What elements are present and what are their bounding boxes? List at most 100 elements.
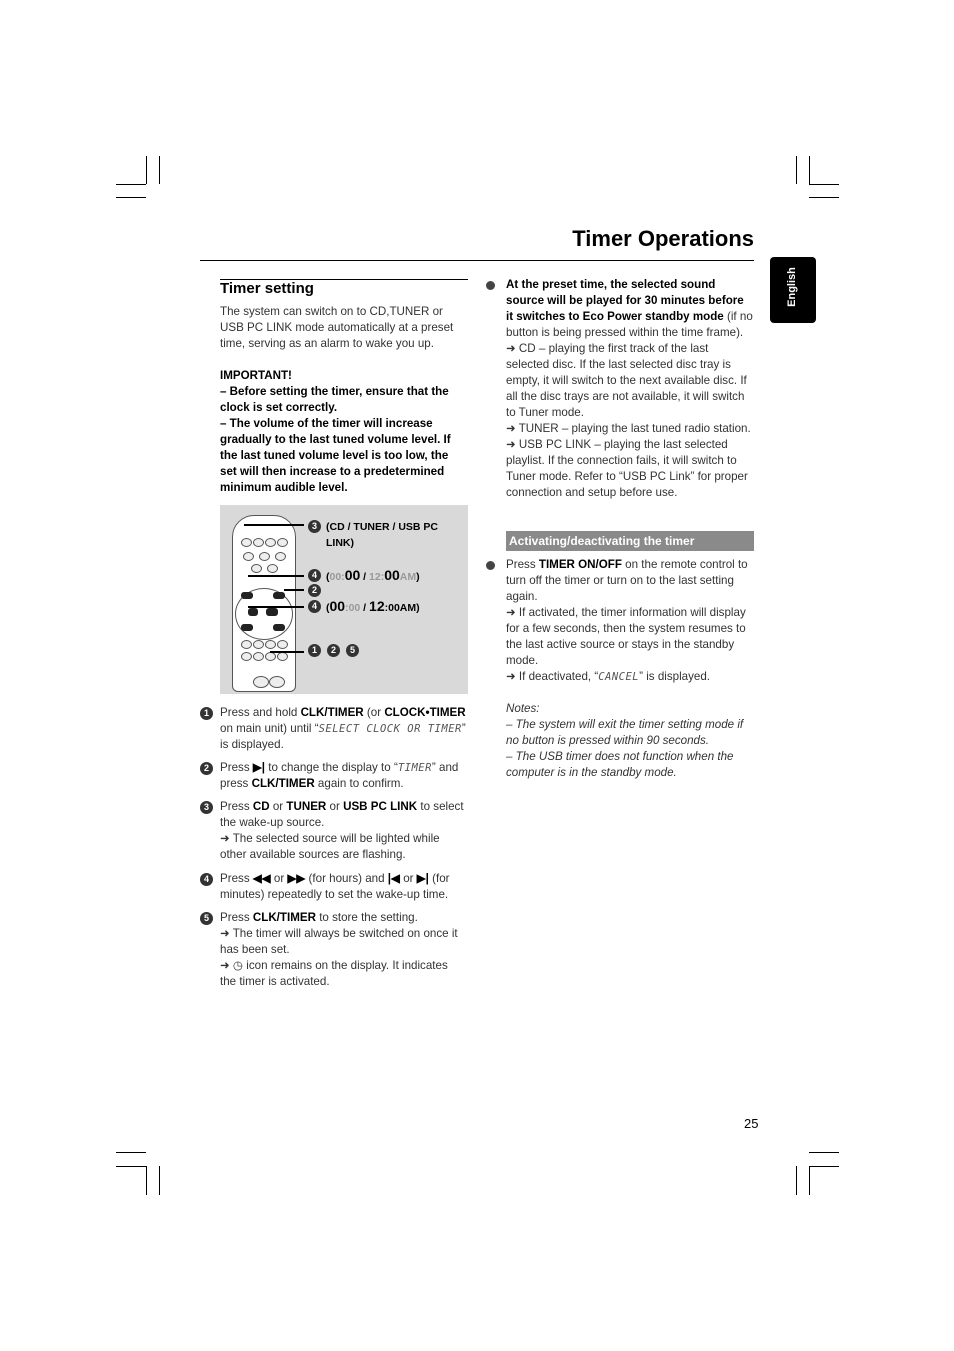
- text-run: 00: [344, 567, 361, 583]
- step-number: 4: [200, 873, 213, 886]
- language-tab: English: [770, 257, 816, 323]
- text-run: – Before setting the timer, ensure that …: [220, 385, 449, 414]
- preset-time-bullet: At the preset time, the selected sound s…: [486, 277, 754, 501]
- text-run: on main unit) until “: [220, 722, 319, 735]
- text-run: Press: [220, 800, 253, 813]
- text-run: Press and hold: [220, 706, 301, 719]
- text-run: TIMER ON/OFF: [538, 558, 622, 571]
- text-run: or: [269, 800, 287, 813]
- text-run: ➜ USB PC LINK – playing the last selecte…: [506, 438, 748, 499]
- text-run: /: [360, 602, 370, 614]
- text-run: ➜ The timer will always be switched on o…: [220, 927, 458, 956]
- step-number: 5: [200, 912, 213, 925]
- intro-text: The system can switch on to CD,TUNER or …: [220, 304, 460, 352]
- note-2: – The USB timer does not function when t…: [506, 749, 756, 781]
- callout-marker-3: 3: [308, 520, 321, 533]
- text-run: or: [270, 872, 288, 885]
- text-run: 12: [369, 598, 385, 614]
- bullet-text: Press TIMER ON/OFF on the remote control…: [506, 558, 748, 683]
- step-number: 1: [200, 707, 213, 720]
- text-run: – The volume of the timer will increase …: [220, 417, 451, 494]
- step-number: 3: [200, 801, 213, 814]
- text-run: to change the display to “: [265, 761, 398, 774]
- callout-hours: (00:00 / 12:00AM): [326, 598, 420, 616]
- text-run: or: [326, 800, 344, 813]
- important-note-2: – The volume of the timer will increase …: [220, 416, 464, 496]
- step-2: 2 Press ▶| to change the display to “TIME…: [200, 760, 466, 792]
- text-run: :00: [345, 602, 361, 614]
- text-run: ” is displayed.: [639, 670, 711, 683]
- step-number: 2: [200, 762, 213, 775]
- text-run: ▶|: [252, 761, 266, 774]
- text-run: – The system will exit the timer setting…: [506, 718, 744, 747]
- text-run: The system can switch on to CD,TUNER or …: [220, 305, 454, 350]
- bullet-icon: [486, 281, 495, 290]
- step-text: Press CD or TUNER or USB PC LINK to sele…: [220, 800, 464, 861]
- text-run: Press: [506, 558, 539, 571]
- language-label: English: [785, 267, 798, 307]
- bullet-text: At the preset time, the selected sound s…: [506, 278, 753, 499]
- step-5: 5 Press CLK/TIMER to store the setting. ➜ …: [200, 910, 466, 990]
- callout-marker-4a: 4: [308, 569, 321, 582]
- callout-marker-1: 1: [308, 644, 321, 657]
- text-run: (or: [363, 706, 385, 719]
- text-run: ➜ If deactivated, “: [506, 670, 599, 683]
- text-run: ▶|: [416, 872, 429, 885]
- timer-toggle-bullet: Press TIMER ON/OFF on the remote control…: [486, 557, 754, 685]
- important-label: IMPORTANT!: [220, 369, 292, 382]
- text-run: CLK/TIMER: [251, 777, 315, 790]
- remote-figure: 3 (CD / TUNER / USB PC LINK) 4 (00:00 / …: [220, 505, 468, 694]
- text-run: /: [360, 571, 370, 583]
- text-run: (for hours) and: [305, 872, 388, 885]
- text-run: or: [399, 872, 417, 885]
- step-text: Press and hold CLK/TIMER (or CLOCK•TIMER…: [220, 706, 466, 751]
- text-run: 00: [329, 598, 346, 614]
- text-run: ➜ CD – playing the first track of the la…: [506, 342, 747, 419]
- text-run: again to confirm.: [314, 777, 404, 790]
- subsection-title: Activating/deactivating the timer: [509, 534, 695, 548]
- callout-source-buttons: (CD / TUNER / USB PC LINK): [326, 519, 468, 551]
- text-run: ➜ TUNER – playing the last tuned radio s…: [506, 422, 751, 435]
- text-run: CANCEL: [598, 671, 640, 683]
- title-rule: [200, 260, 754, 261]
- text-run: 00:: [329, 571, 345, 583]
- text-run: TUNER: [286, 800, 327, 813]
- text-run: AM: [399, 571, 417, 583]
- text-run: ➜ ◷ icon remains on the display. It indi…: [220, 959, 448, 988]
- callout-marker-4b: 4: [308, 600, 321, 613]
- bullet-icon: [486, 561, 495, 570]
- callout-minutes: (00:00 / 12:00AM): [326, 567, 420, 585]
- step-3: 3 Press CD or TUNER or USB PC LINK to sel…: [200, 799, 466, 863]
- text-run: USB PC LINK: [343, 800, 418, 813]
- text-run: 00: [384, 567, 400, 583]
- text-run: CLK/TIMER: [252, 911, 316, 924]
- text-run: CD: [252, 800, 270, 813]
- text-run: 12:: [369, 571, 385, 583]
- text-run: – The USB timer does not function when t…: [506, 750, 734, 779]
- text-run: Press: [220, 911, 253, 924]
- callout-marker-2: 2: [308, 584, 321, 597]
- callout-marker-2b: 2: [327, 644, 340, 657]
- page-title: Timer Operations: [572, 226, 754, 251]
- important-note-1: – Before setting the timer, ensure that …: [220, 384, 464, 416]
- text-run: At the preset time, the selected sound s…: [506, 278, 744, 323]
- text-run: ): [416, 602, 420, 614]
- text-run: Press: [220, 761, 253, 774]
- text-run: :00AM: [384, 602, 417, 614]
- text-run: to store the setting.: [315, 911, 418, 924]
- text-run: CLK/TIMER: [300, 706, 364, 719]
- step-1: 1 Press and hold CLK/TIMER (or CLOCK•TIME…: [200, 705, 466, 753]
- text-run: Press: [220, 872, 253, 885]
- text-run: |◀: [387, 872, 400, 885]
- text-run: ▶▶: [287, 872, 306, 885]
- text-run: CLOCK•TIMER: [384, 706, 466, 719]
- text-run: ➜ If activated, the timer information wi…: [506, 606, 746, 667]
- text-run: SELECT CLOCK OR TIMER: [318, 723, 462, 735]
- page-number: 25: [744, 1116, 759, 1131]
- section-title: Timer setting: [220, 280, 314, 297]
- step-text: Press CLK/TIMER to store the setting. ➜ T…: [220, 911, 458, 988]
- text-run: TIMER: [397, 762, 432, 774]
- callout-marker-5: 5: [346, 644, 359, 657]
- text-run: ➜ The selected source will be lighted wh…: [220, 832, 440, 861]
- remote-control-illustration: [232, 515, 296, 692]
